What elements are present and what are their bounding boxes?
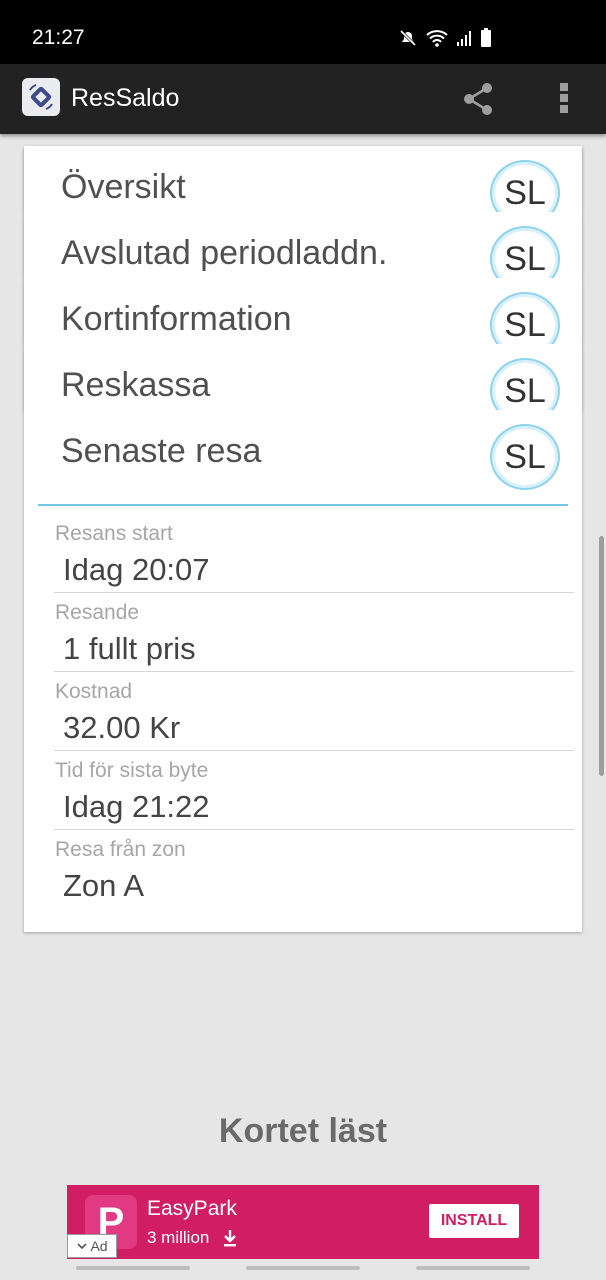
detail-value: Idag 21:22 (63, 789, 210, 824)
ad-app-name: EasyPark (147, 1197, 237, 1220)
ad-download-count: 3 million (147, 1228, 210, 1247)
menu-item-label: Senaste resa (61, 432, 262, 470)
ad-banner[interactable]: P EasyPark 3 million INSTALL Ad (67, 1185, 539, 1259)
status-icons (398, 26, 492, 50)
signal-icon (457, 31, 471, 46)
menu-item-label: Kortinformation (61, 300, 292, 338)
download-icon (224, 1230, 236, 1247)
detail-value: 32.00 Kr (63, 710, 181, 745)
app-bar: ResSaldo (0, 64, 606, 134)
chevron-down-icon (77, 1243, 88, 1250)
sl-logo-icon: SL (490, 424, 560, 490)
detail-row: Resande 1 fullt pris (54, 593, 574, 672)
menu-item-label: Översikt (61, 168, 186, 206)
wifi-icon (426, 30, 448, 47)
detail-row: Resans start Idag 20:07 (54, 514, 574, 593)
status-time: 21:27 (32, 26, 85, 49)
menu-item-label: Reskassa (61, 366, 211, 404)
menu-item-label: Avslutad periodladdn. (61, 234, 388, 272)
menu-item-avslutad-periodladdning[interactable]: Avslutad periodladdn. SL (24, 212, 582, 292)
scrollbar[interactable] (599, 536, 604, 776)
detail-label: Kostnad (55, 680, 133, 703)
nav-back-button[interactable] (416, 1266, 530, 1270)
detail-value: Idag 20:07 (63, 552, 210, 587)
detail-value: Zon A (63, 868, 144, 903)
detail-label: Tid för sista byte (55, 759, 209, 782)
status-bar: 21:27 (0, 0, 606, 64)
mute-icon (399, 29, 417, 47)
ad-badge[interactable]: Ad (67, 1234, 117, 1258)
detail-row: Kostnad 32.00 Kr (54, 672, 574, 751)
nav-home-button[interactable] (246, 1266, 360, 1270)
detail-label: Resans start (55, 522, 173, 545)
app-logo-icon (22, 78, 60, 116)
app-title: ResSaldo (71, 84, 180, 112)
detail-label: Resande (55, 601, 140, 624)
detail-row: Resa från zon Zon A (54, 830, 574, 908)
menu-item-senaste-resa[interactable]: Senaste resa SL (24, 410, 582, 506)
ad-badge-label: Ad (90, 1238, 108, 1254)
install-button[interactable]: INSTALL (429, 1204, 519, 1238)
main-card: Översikt SL Avslutad periodladdn. SL Kor… (24, 146, 582, 932)
menu-item-oversikt[interactable]: Översikt SL (24, 146, 582, 226)
section-divider (38, 504, 568, 506)
more-options-icon[interactable] (556, 80, 572, 116)
detail-label: Resa från zon (55, 838, 186, 861)
menu-item-kortinformation[interactable]: Kortinformation SL (24, 278, 582, 358)
nav-recents-button[interactable] (76, 1266, 190, 1270)
detail-value: 1 fullt pris (63, 631, 196, 666)
share-icon[interactable] (460, 81, 496, 117)
detail-row: Tid för sista byte Idag 21:22 (54, 751, 574, 830)
battery-icon (481, 28, 491, 47)
status-message: Kortet läst (218, 1112, 388, 1150)
menu-item-reskassa[interactable]: Reskassa SL (24, 344, 582, 424)
